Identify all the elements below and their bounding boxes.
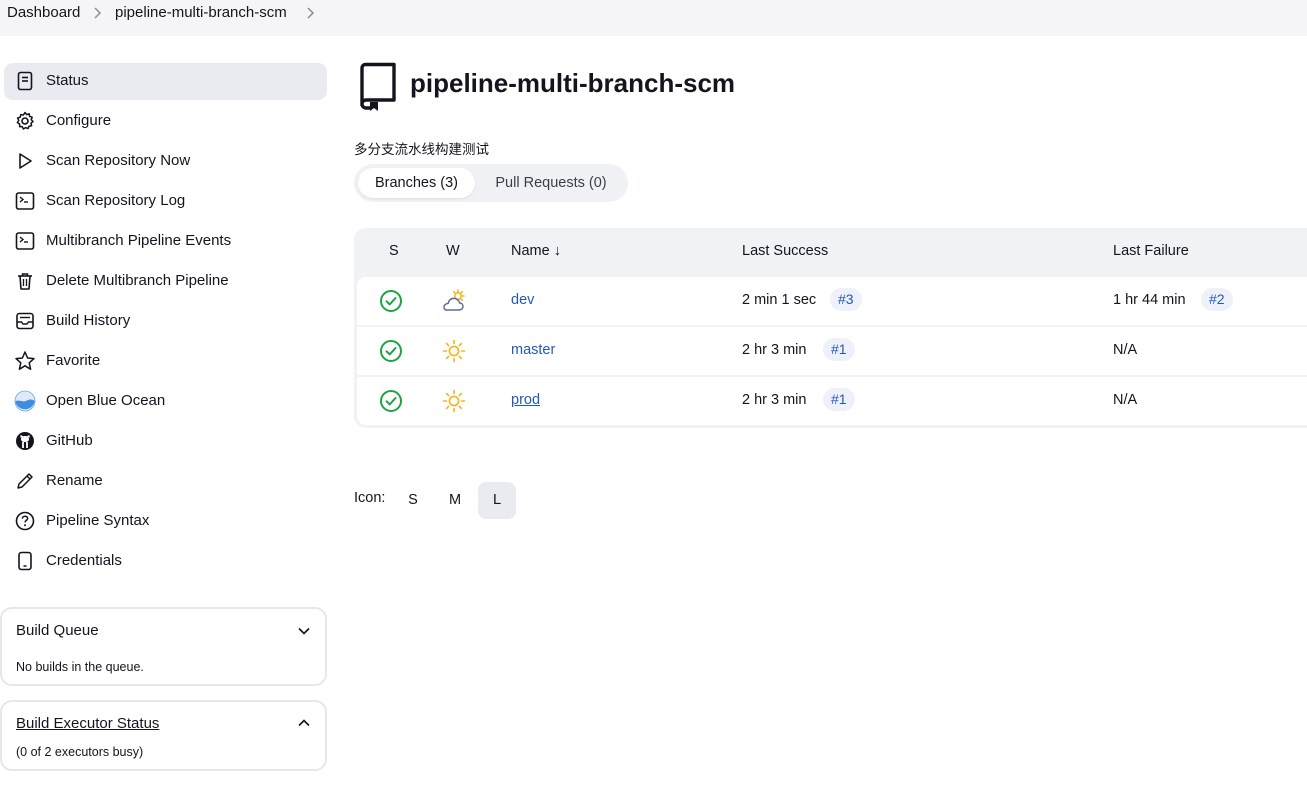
branch-link-dev[interactable]: dev: [511, 292, 534, 308]
success-icon[interactable]: [379, 389, 403, 413]
icon-size-label: Icon:: [354, 490, 386, 506]
build-executor-title[interactable]: Build Executor Status: [16, 715, 159, 732]
build-link[interactable]: #2: [1201, 288, 1233, 311]
sidebar-item-label: Scan Repository Log: [46, 192, 186, 209]
sort-arrow-icon: ↓: [553, 243, 561, 259]
sidebar-item-delete[interactable]: Delete Multibranch Pipeline: [4, 263, 327, 300]
tab-bar: Branches (3) Pull Requests (0): [354, 164, 628, 202]
blue-ocean-icon: [14, 390, 36, 412]
build-queue-panel: Build Queue No builds in the queue.: [0, 607, 327, 686]
last-failure-time: 1 hr 44 min: [1113, 292, 1186, 308]
sidebar-item-scan-now[interactable]: Scan Repository Now: [4, 143, 327, 180]
inbox-icon: [14, 310, 36, 332]
build-link[interactable]: #3: [830, 288, 862, 311]
success-icon[interactable]: [379, 339, 403, 363]
build-executor-message: (0 of 2 executors busy): [16, 745, 144, 759]
tab-pull-requests[interactable]: Pull Requests (0): [480, 168, 622, 198]
terminal-icon: [14, 190, 36, 212]
gear-icon: [14, 110, 36, 132]
page-title: pipeline-multi-branch-scm: [410, 68, 736, 98]
sidebar-item-pipeline-syntax[interactable]: Pipeline Syntax: [4, 503, 327, 540]
last-success-time: 2 hr 3 min: [742, 392, 807, 408]
build-queue-message: No builds in the queue.: [16, 660, 144, 674]
chevron-right-icon: [94, 7, 102, 19]
branch-link-master[interactable]: master: [511, 342, 555, 358]
pencil-icon: [14, 470, 36, 492]
document-icon: [14, 70, 36, 92]
sidebar-item-scan-log[interactable]: Scan Repository Log: [4, 183, 327, 220]
sidebar-item-label: Open Blue Ocean: [46, 392, 166, 409]
sidebar-item-label: Configure: [46, 112, 112, 129]
phone-icon: [14, 550, 36, 572]
breadcrumb-job[interactable]: pipeline-multi-branch-scm: [115, 4, 287, 21]
job-description: 多分支流水线构建测试: [354, 142, 489, 157]
table-row: dev 2 min 1 sec #3 1 hr 44 min #2: [357, 277, 1307, 325]
build-executor-panel: Build Executor Status (0 of 2 executors …: [0, 700, 327, 771]
sidebar-item-rename[interactable]: Rename: [4, 463, 327, 500]
chevron-right-icon[interactable]: [305, 6, 315, 20]
sidebar-item-label: Delete Multibranch Pipeline: [46, 272, 229, 289]
play-icon: [14, 150, 36, 172]
sidebar-item-label: Favorite: [46, 352, 101, 369]
sidebar-item-blue-ocean[interactable]: Open Blue Ocean: [4, 383, 327, 420]
sunny-icon: [442, 339, 466, 363]
table-row: master 2 hr 3 min #1 N/A: [357, 327, 1307, 375]
sidebar-item-credentials[interactable]: Credentials: [4, 543, 327, 580]
icon-size-small-button[interactable]: S: [394, 482, 432, 519]
star-icon: [14, 350, 36, 372]
success-icon[interactable]: [379, 289, 403, 313]
sidebar-item-pipeline-events[interactable]: Multibranch Pipeline Events: [4, 223, 327, 260]
sidebar-item-github[interactable]: GitHub: [4, 423, 327, 460]
build-link[interactable]: #1: [823, 388, 855, 411]
last-success-time: 2 hr 3 min: [742, 342, 807, 358]
sidebar-item-favorite[interactable]: Favorite: [4, 343, 327, 380]
chevron-down-icon[interactable]: [297, 624, 311, 638]
sidebar-item-configure[interactable]: Configure: [4, 103, 327, 140]
column-header-last-failure[interactable]: Last Failure: [1113, 243, 1189, 259]
build-queue-title[interactable]: Build Queue: [16, 622, 99, 639]
sidebar-item-label: GitHub: [46, 432, 93, 449]
column-header-last-success[interactable]: Last Success: [742, 243, 828, 259]
branches-table: S W Name ↓ Last Success Last Failure dev…: [354, 228, 1307, 428]
sidebar-item-label: Credentials: [46, 552, 122, 569]
last-success-time: 2 min 1 sec: [742, 292, 817, 308]
last-failure-time: N/A: [1113, 342, 1138, 358]
column-header-status[interactable]: S: [389, 243, 399, 259]
help-icon: [14, 510, 36, 532]
partly-cloudy-icon: [443, 289, 465, 311]
terminal-icon: [14, 230, 36, 252]
column-header-weather[interactable]: W: [446, 243, 460, 259]
sidebar-item-label: Scan Repository Now: [46, 152, 191, 169]
build-link[interactable]: #1: [823, 338, 855, 361]
sidebar-item-label: Multibranch Pipeline Events: [46, 232, 232, 249]
table-row: prod 2 hr 3 min #1 N/A: [357, 377, 1307, 425]
repository-icon: [360, 62, 396, 111]
last-failure-time: N/A: [1113, 392, 1138, 408]
sidebar-item-build-history[interactable]: Build History: [4, 303, 327, 340]
branch-link-prod[interactable]: prod: [511, 392, 540, 408]
sidebar-item-status[interactable]: Status: [4, 63, 327, 100]
icon-size-medium-button[interactable]: M: [436, 482, 474, 519]
sidebar-item-label: Status: [46, 72, 89, 89]
icon-size-large-button[interactable]: L: [478, 482, 516, 519]
sunny-icon: [442, 389, 466, 413]
breadcrumb: Dashboard pipeline-multi-branch-scm: [0, 0, 1307, 36]
tab-branches[interactable]: Branches (3): [358, 168, 475, 198]
sidebar-item-label: Build History: [46, 312, 131, 329]
trash-icon: [14, 270, 36, 292]
chevron-up-icon[interactable]: [297, 716, 311, 730]
sidebar-item-label: Rename: [46, 472, 103, 489]
breadcrumb-dashboard[interactable]: Dashboard: [7, 4, 80, 21]
column-header-name[interactable]: Name ↓: [511, 243, 561, 259]
sidebar-item-label: Pipeline Syntax: [46, 512, 150, 529]
github-icon: [14, 430, 36, 452]
